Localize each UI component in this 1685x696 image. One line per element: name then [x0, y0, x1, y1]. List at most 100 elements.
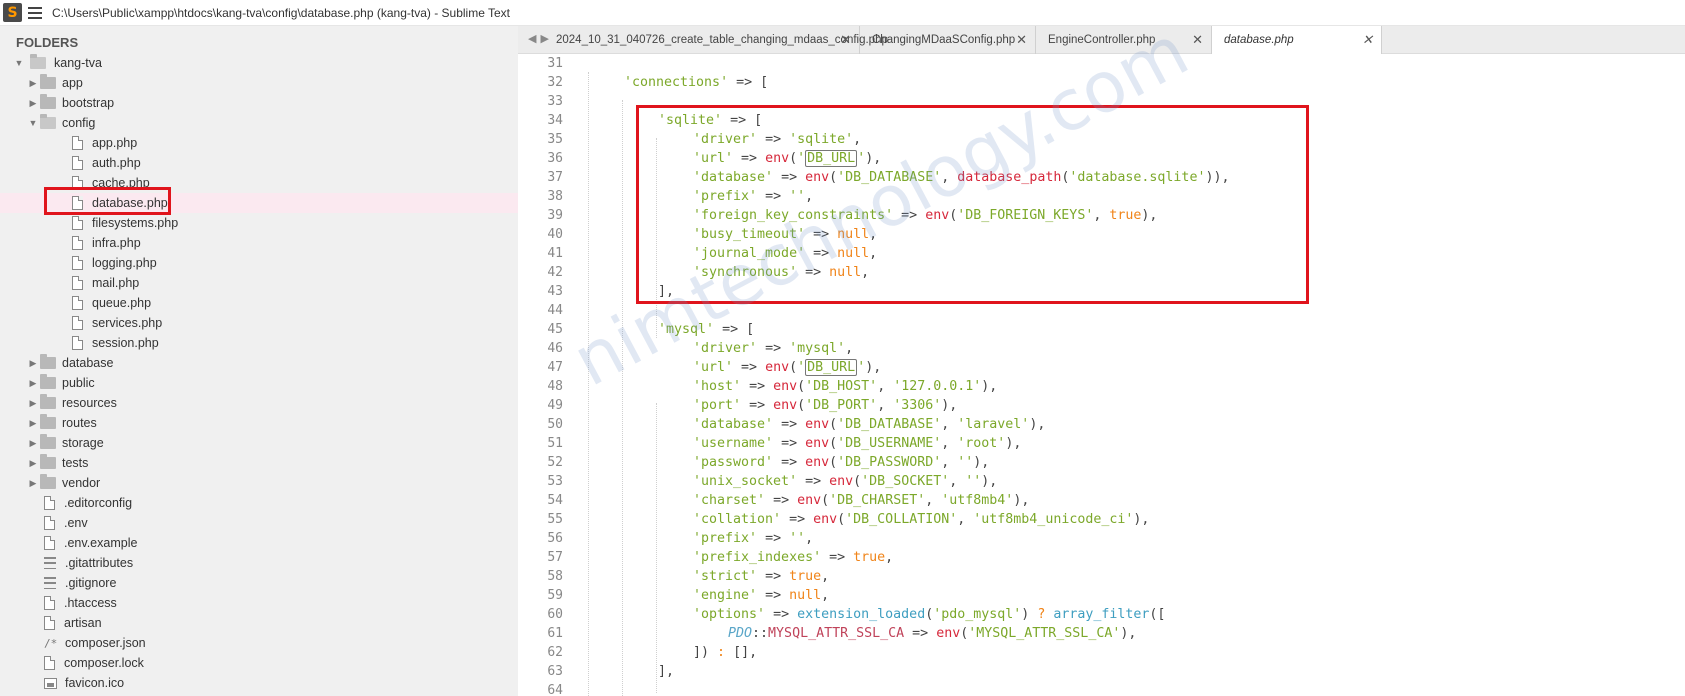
line-number: 43 — [547, 284, 563, 299]
tree-item[interactable]: ▶ resources — [0, 393, 518, 413]
folder-icon — [40, 354, 56, 369]
tree-item[interactable]: ▶ bootstrap — [0, 93, 518, 113]
chevron-right-icon[interactable]: ▶ — [28, 478, 38, 489]
hamburger-menu-icon[interactable] — [28, 6, 42, 19]
tree-item-label: favicon.ico — [65, 676, 125, 690]
tab-changing-mdaas-config[interactable]: ChangingMDaaSConfig.php ✕ — [860, 26, 1036, 54]
folder-open-icon — [40, 114, 56, 129]
line-number: 34 — [547, 113, 563, 128]
tree-item[interactable]: .env.example — [0, 533, 518, 553]
tree-item[interactable]: ▶ public — [0, 373, 518, 393]
code-line: 'host' => env('DB_HOST', '127.0.0.1'), — [693, 379, 998, 394]
tree-item-label: routes — [62, 416, 97, 430]
tree-item-label: public — [62, 376, 95, 390]
close-icon[interactable]: ✕ — [1192, 32, 1203, 48]
file-icon — [72, 256, 83, 270]
line-number: 42 — [547, 265, 563, 280]
tree-item[interactable]: .htaccess — [0, 593, 518, 613]
tree-item[interactable]: ▶ routes — [0, 413, 518, 433]
tree-item[interactable]: .editorconfig — [0, 493, 518, 513]
line-number: 59 — [547, 588, 563, 603]
file-icon — [44, 496, 55, 510]
tab-migration[interactable]: 2024_10_31_040726_create_table_changing_… — [544, 26, 888, 54]
chevron-right-icon[interactable]: ▶ — [28, 378, 38, 389]
file-icon — [44, 596, 55, 610]
chevron-right-icon[interactable]: ▶ — [28, 358, 38, 369]
chevron-right-icon[interactable]: ▶ — [28, 418, 38, 429]
tree-item[interactable]: auth.php — [0, 153, 518, 173]
tree-item[interactable]: services.php — [0, 313, 518, 333]
chevron-right-icon[interactable]: ▶ — [28, 98, 38, 109]
tab-label: ChangingMDaaSConfig.php — [872, 34, 1016, 46]
folder-icon — [40, 94, 56, 109]
tree-item-label: vendor — [62, 476, 101, 490]
tab-bar: ◀▶ 2024_10_31_040726_create_table_changi… — [518, 26, 1685, 54]
chevron-right-icon[interactable]: ▶ — [28, 78, 38, 89]
tree-item-label: .env — [64, 516, 88, 530]
folder-open-icon — [30, 54, 46, 69]
folder-icon — [40, 454, 56, 469]
line-number: 54 — [547, 493, 563, 508]
chevron-right-icon[interactable]: ▶ — [28, 398, 38, 409]
file-icon — [72, 276, 83, 290]
chevron-down-icon[interactable]: ▼ — [14, 58, 24, 68]
tree-item[interactable]: artisan — [0, 613, 518, 633]
file-icon — [72, 136, 83, 150]
window-title: C:\Users\Public\xampp\htdocs\kang-tva\co… — [52, 5, 511, 20]
tree-item[interactable]: mail.php — [0, 273, 518, 293]
tree-item[interactable]: ▶ vendor — [0, 473, 518, 493]
tree-item-label: session.php — [92, 336, 159, 350]
line-number: 38 — [547, 189, 563, 204]
tree-item[interactable]: ▼ config — [0, 113, 518, 133]
tree-item[interactable]: logging.php — [0, 253, 518, 273]
file-icon — [72, 336, 83, 350]
tree-item[interactable]: queue.php — [0, 293, 518, 313]
tree-item[interactable]: .gitattributes — [0, 553, 518, 573]
tree-root-folder[interactable]: ▼ kang-tva — [0, 53, 518, 73]
tree-item[interactable]: ▶ app — [0, 73, 518, 93]
indent-guide — [622, 100, 623, 696]
tree-item[interactable]: favicon.ico — [0, 673, 518, 693]
code-line: 'unix_socket' => env('DB_SOCKET', ''), — [693, 474, 998, 489]
chevron-right-icon[interactable]: ▶ — [28, 458, 38, 469]
tree-item[interactable]: ▶ tests — [0, 453, 518, 473]
tree-item-label: composer.json — [65, 636, 146, 650]
close-icon[interactable]: ✕ — [840, 32, 851, 48]
tab-label: EngineController.php — [1048, 34, 1156, 46]
tree-item[interactable]: filesystems.php — [0, 213, 518, 233]
tree-item[interactable]: ▶ storage — [0, 433, 518, 453]
code-line: ]) : [], — [693, 645, 758, 660]
tree-item-label: storage — [62, 436, 104, 450]
tree-item-label: services.php — [92, 316, 163, 330]
tree-item[interactable]: ▶ database — [0, 353, 518, 373]
file-icon — [72, 316, 83, 330]
code-editor[interactable]: 31 32 33 34 35 36 37 38 39 40 41 42 43 44 45 46 47 48 49 50… — [518, 54, 1685, 696]
tab-label: database.php — [1224, 34, 1294, 46]
code-line: 'options' => extension_loaded('pdo_mysql… — [693, 607, 1166, 622]
tree-item-label: .env.example — [64, 536, 138, 550]
chevron-down-icon[interactable]: ▼ — [28, 118, 38, 128]
tab-engine-controller[interactable]: EngineController.php ✕ — [1036, 26, 1212, 54]
chevron-right-icon[interactable]: ▶ — [28, 438, 38, 449]
tree-item-label: composer.lock — [64, 656, 144, 670]
close-icon[interactable]: ✕ — [1362, 32, 1373, 48]
tree-item-label: .htaccess — [64, 596, 117, 610]
title-bar: S C:\Users\Public\xampp\htdocs\kang-tva\… — [0, 0, 1685, 26]
tab-database[interactable]: database.php ✕ — [1212, 26, 1382, 54]
sublime-logo-icon: S — [3, 3, 22, 22]
tree-item[interactable]: composer.lock — [0, 653, 518, 673]
tree-item[interactable]: session.php — [0, 333, 518, 353]
tree-item[interactable]: .gitignore — [0, 573, 518, 593]
file-icon — [72, 236, 83, 250]
tree-item[interactable]: app.php — [0, 133, 518, 153]
tree-item[interactable]: /* composer.json — [0, 633, 518, 653]
image-file-icon — [44, 677, 57, 689]
close-icon[interactable]: ✕ — [1016, 32, 1027, 48]
tree-item[interactable]: infra.php — [0, 233, 518, 253]
comment-file-icon: /* — [44, 636, 58, 650]
line-number: 31 — [547, 56, 563, 71]
tree-item[interactable]: .env — [0, 513, 518, 533]
file-icon — [72, 216, 83, 230]
line-number: 53 — [547, 474, 563, 489]
folder-icon — [40, 374, 56, 389]
